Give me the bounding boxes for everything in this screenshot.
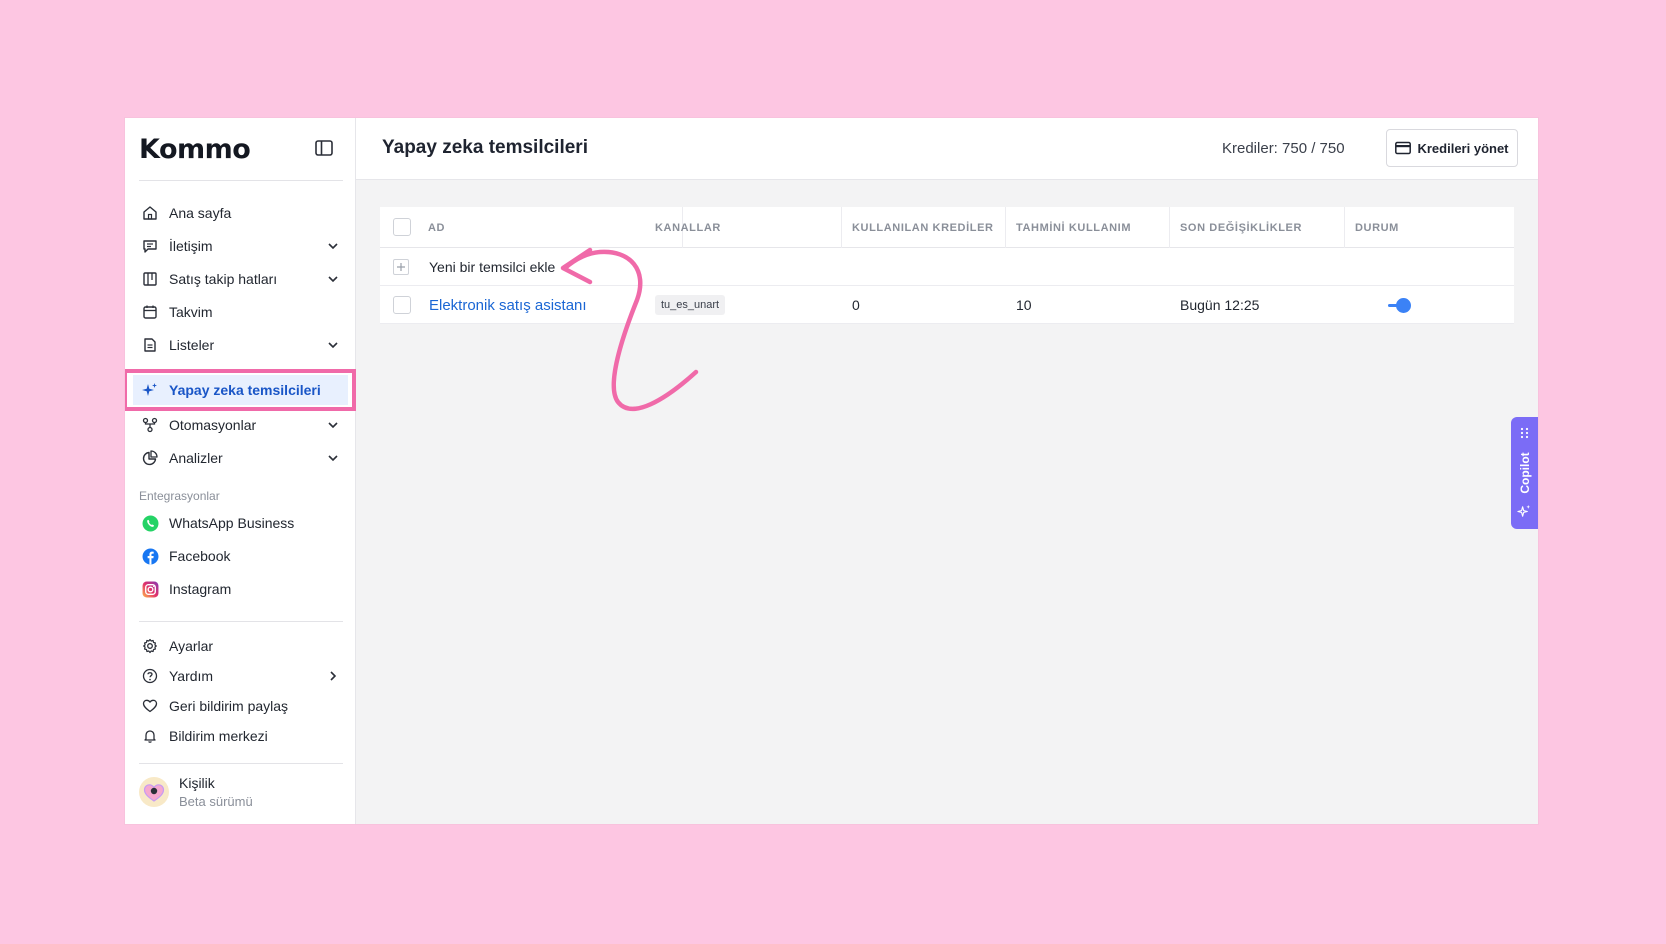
- sidebar-item-label: Listeler: [169, 337, 215, 353]
- divider: [139, 621, 343, 622]
- automation-icon: [140, 415, 160, 435]
- sidebar-item-label: Ayarlar: [169, 638, 214, 654]
- sidebar-item-label: Satış takip hatları: [169, 271, 278, 287]
- chat-icon: [140, 236, 160, 256]
- sidebar-item-iletisim[interactable]: İletişim: [133, 231, 348, 261]
- sidebar-item-label: Otomasyonlar: [169, 417, 257, 433]
- column-header-last-changes[interactable]: SON DEĞİŞİKLİKLER: [1170, 207, 1345, 248]
- agents-table: AD KANALLAR KULLANILAN KREDİLER TAHMİNİ …: [380, 207, 1514, 324]
- gear-icon: [140, 636, 160, 656]
- sidebar-item-ayarlar[interactable]: Ayarlar: [133, 631, 348, 661]
- manage-credits-button[interactable]: Kredileri yönet: [1386, 129, 1518, 167]
- toggle-knob: [1396, 298, 1411, 313]
- calendar-icon: [140, 302, 160, 322]
- home-icon: [140, 203, 160, 223]
- column-header-estimated-usage[interactable]: TAHMİNİ KULLANIM: [1006, 207, 1170, 248]
- sidebar-item-label: Ana sayfa: [169, 205, 232, 221]
- agent-name-link[interactable]: Elektronik satış asistanı: [429, 297, 587, 314]
- whatsapp-icon: [140, 513, 160, 533]
- column-header-status[interactable]: DURUM: [1345, 207, 1514, 248]
- instagram-icon: [140, 579, 160, 599]
- sidebar-item-yapay-zeka-temsilcileri[interactable]: Yapay zeka temsilcileri: [133, 375, 348, 405]
- status-toggle[interactable]: [1388, 297, 1412, 313]
- sidebar-item-bildirim-merkezi[interactable]: Bildirim merkezi: [133, 721, 348, 751]
- chevron-down-icon[interactable]: [326, 239, 340, 253]
- collapse-sidebar-icon[interactable]: [314, 138, 334, 158]
- used-credits-cell: 0: [852, 297, 860, 313]
- estimated-usage-cell: 10: [1016, 297, 1032, 313]
- sidebar-item-label: Takvim: [169, 304, 213, 320]
- sidebar-item-label: Instagram: [169, 581, 232, 597]
- copilot-label: Copilot: [1517, 452, 1532, 494]
- column-header-used-credits[interactable]: KULLANILAN KREDİLER: [842, 207, 1006, 248]
- sidebar-item-satis-takip-hatlari[interactable]: Satış takip hatları: [133, 264, 348, 294]
- channel-chip: tu_es_unart: [655, 295, 726, 315]
- sparkle-icon: [1517, 504, 1531, 517]
- credits-counter: Krediler: 750 / 750: [1222, 140, 1345, 157]
- agent-name-cell: Elektronik satış asistanı: [429, 286, 587, 324]
- credit-card-icon: [1395, 141, 1412, 155]
- drag-handle-icon[interactable]: [1520, 427, 1529, 439]
- sidebar-item-label: Facebook: [169, 548, 231, 564]
- integrations-heading: Entegrasyonlar: [139, 489, 220, 503]
- facebook-icon: [140, 546, 160, 566]
- copilot-tab[interactable]: Copilot: [1511, 417, 1538, 529]
- heart-icon: [140, 696, 160, 716]
- divider: [139, 180, 343, 181]
- add-agent-row[interactable]: Yeni bir temsilci ekle: [380, 248, 1514, 286]
- kommo-logo[interactable]: Kommo: [139, 134, 251, 165]
- column-header-name[interactable]: AD: [418, 207, 683, 248]
- table-row[interactable]: Elektronik satış asistanı tu_es_unart 0 …: [380, 286, 1514, 324]
- pie-chart-icon: [140, 448, 160, 468]
- document-icon: [140, 335, 160, 355]
- sidebar-item-whatsapp-business[interactable]: WhatsApp Business: [133, 508, 348, 538]
- chevron-down-icon[interactable]: [326, 272, 340, 286]
- help-icon: [140, 666, 160, 686]
- sidebar-item-label: Bildirim merkezi: [169, 728, 268, 744]
- plus-icon[interactable]: [393, 259, 409, 275]
- logo-row: Kommo: [125, 118, 356, 180]
- sparkle-icon: [140, 380, 160, 400]
- sidebar-item-ana-sayfa[interactable]: Ana sayfa: [133, 198, 348, 228]
- app-window: Kommo Ana sayfa İletişim Satış takip hat…: [125, 118, 1538, 824]
- sidebar-item-label: Analizler: [169, 450, 223, 466]
- add-agent-label[interactable]: Yeni bir temsilci ekle: [429, 248, 555, 286]
- chevron-down-icon[interactable]: [326, 451, 340, 465]
- sidebar-item-instagram[interactable]: Instagram: [133, 574, 348, 604]
- sidebar-item-label: WhatsApp Business: [169, 515, 295, 531]
- chevron-down-icon[interactable]: [326, 338, 340, 352]
- user-name: Kişilik: [179, 775, 215, 791]
- manage-credits-label: Kredileri yönet: [1417, 140, 1509, 156]
- sidebar-item-label: Yardım: [169, 668, 214, 684]
- avatar: [139, 777, 169, 807]
- sidebar-item-label: Yapay zeka temsilcileri: [169, 382, 321, 398]
- chevron-down-icon[interactable]: [326, 418, 340, 432]
- chevron-right-icon[interactable]: [326, 669, 340, 683]
- last-changed-cell: Bugün 12:25: [1180, 297, 1260, 313]
- sidebar-item-listeler[interactable]: Listeler: [133, 330, 348, 360]
- user-profile[interactable]: Kişilik Beta sürümü: [139, 770, 343, 814]
- sidebar-item-label: Geri bildirim paylaş: [169, 698, 289, 714]
- sidebar-item-facebook[interactable]: Facebook: [133, 541, 348, 571]
- sidebar-item-takvim[interactable]: Takvim: [133, 297, 348, 327]
- pipeline-icon: [140, 269, 160, 289]
- row-checkbox[interactable]: [393, 296, 411, 314]
- page-title: Yapay zeka temsilcileri: [382, 137, 588, 158]
- channels-cell: tu_es_unart: [655, 286, 726, 324]
- page-header: Yapay zeka temsilcileri Krediler: 750 / …: [356, 118, 1538, 180]
- user-subtitle: Beta sürümü: [179, 794, 253, 809]
- sidebar-item-analizler[interactable]: Analizler: [133, 443, 348, 473]
- select-all-checkbox[interactable]: [393, 218, 411, 236]
- sidebar-item-otomasyonlar[interactable]: Otomasyonlar: [133, 410, 348, 440]
- bell-icon: [140, 726, 160, 746]
- table-header: AD KANALLAR KULLANILAN KREDİLER TAHMİNİ …: [380, 207, 1514, 248]
- sidebar-item-geri-bildirim[interactable]: Geri bildirim paylaş: [133, 691, 348, 721]
- sidebar-item-yardim[interactable]: Yardım: [133, 661, 348, 691]
- column-header-channels[interactable]: KANALLAR: [645, 207, 842, 248]
- sidebar: Kommo Ana sayfa İletişim Satış takip hat…: [125, 118, 356, 824]
- sidebar-item-label: İletişim: [169, 238, 213, 254]
- divider: [139, 763, 343, 764]
